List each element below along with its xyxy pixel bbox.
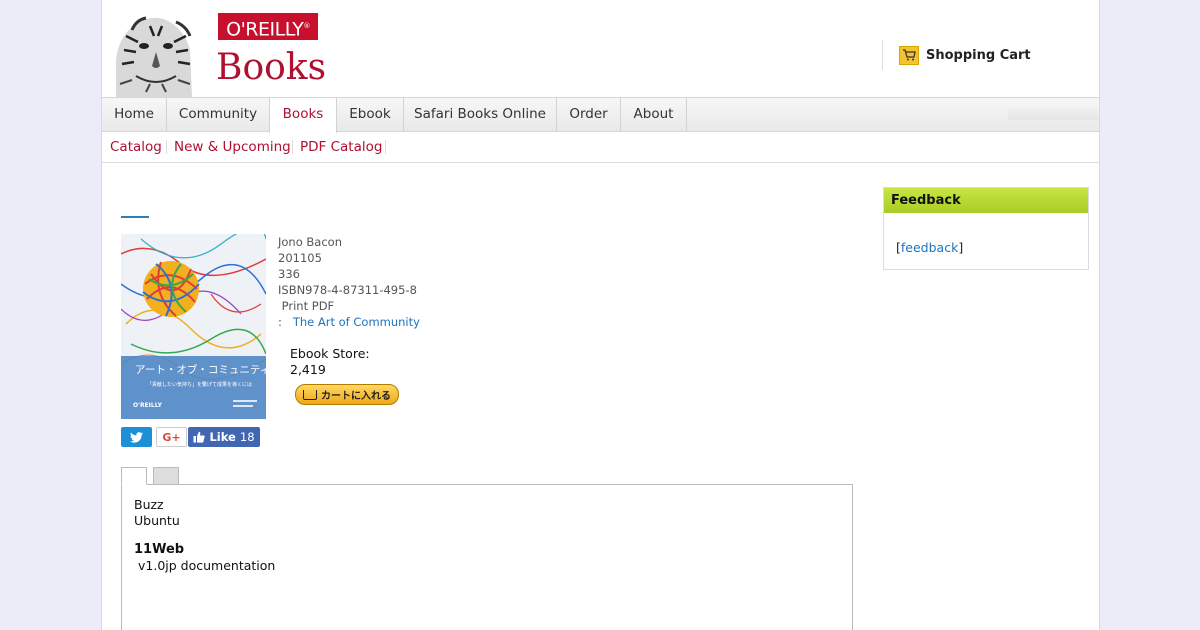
fb-like-count: 18 (239, 430, 255, 444)
tab-line-ubuntu: Ubuntu (134, 513, 180, 528)
subnav-pdf-catalog[interactable]: PDF Catalog (300, 139, 382, 155)
main-nav: Home Community Books Ebook Safari Books … (102, 97, 1099, 133)
nav-books[interactable]: Books (269, 98, 337, 133)
site-header: O'REILLY® Books Shopping Cart (102, 0, 1099, 97)
google-plus-icon: G+ (162, 430, 181, 444)
cart-icon (303, 389, 317, 400)
cover-title: アート・オブ・コミュニティ (135, 363, 266, 376)
nav-about[interactable]: About (621, 98, 687, 132)
twitter-icon (130, 431, 143, 443)
brand-reg: ® (303, 22, 310, 30)
cart-label: Shopping Cart (926, 47, 1031, 63)
cart-icon (899, 45, 919, 65)
ebook-price: 2,419 (290, 362, 326, 377)
feedback-body: [feedback] (884, 213, 1088, 255)
nav-community[interactable]: Community (167, 98, 270, 132)
nav-safari-books-online[interactable]: Safari Books Online (404, 98, 557, 132)
facebook-like-button[interactable]: Like 18 (188, 427, 260, 447)
feedback-link[interactable]: feedback (901, 240, 958, 255)
book-formats: Print PDF (278, 299, 335, 313)
add-to-cart-button[interactable]: カートに入れる (295, 384, 399, 405)
google-plus-share-button[interactable]: G+ (156, 427, 187, 447)
subnav-divider (292, 140, 293, 154)
book-isbn: ISBN978-4-87311-495-8 (278, 283, 417, 297)
thumbs-up-icon (193, 431, 206, 443)
oreilly-logo[interactable]: O'REILLY® (218, 13, 318, 40)
fb-like-label: Like (209, 430, 236, 444)
tab-panel: Buzz Ubuntu 11Web v1.0jp documentation (121, 484, 853, 630)
shopping-cart-link[interactable]: Shopping Cart (899, 45, 1031, 65)
book-cover[interactable]: アート・オブ・コミュニティ 「貢献したい気持ち」を繋げて成果を導くには O'RE… (121, 234, 266, 419)
tiger-logo (106, 6, 204, 97)
page: O'REILLY® Books Shopping Cart Home Commu… (101, 0, 1100, 630)
subnav-divider (385, 140, 386, 154)
nav-home[interactable]: Home (102, 98, 167, 132)
subnav-new-upcoming[interactable]: New & Upcoming (174, 139, 291, 155)
nav-search-box[interactable] (1008, 108, 1098, 120)
sub-nav: Catalog New & Upcoming PDF Catalog (102, 132, 1099, 163)
twitter-share-button[interactable] (121, 427, 152, 447)
book-date: 201105 (278, 251, 322, 265)
tab-heading: 11Web (134, 542, 185, 557)
tab-line-buzz: Buzz (134, 497, 164, 512)
title-underline (121, 216, 149, 218)
brand-text: O'REILLY (226, 18, 304, 41)
feedback-title: Feedback (884, 188, 1088, 213)
feedback-box: Feedback [feedback] (883, 187, 1089, 270)
documentation-link[interactable]: v1.0jp documentation (138, 558, 275, 574)
tab-second[interactable] (153, 467, 179, 485)
book-original-row: : The Art of Community (278, 314, 420, 330)
subnav-divider (166, 140, 167, 154)
cover-publisher: O'REILLY (133, 402, 163, 409)
bracket-close: ] (958, 240, 964, 255)
subnav-catalog[interactable]: Catalog (110, 139, 162, 155)
original-prefix: : (278, 315, 282, 329)
ebook-store: Ebook Store: 2,419 (290, 346, 370, 378)
original-title-link[interactable]: The Art of Community (293, 315, 420, 329)
book-author: Jono Bacon (278, 235, 342, 249)
book-pages: 336 (278, 267, 300, 281)
tab-first[interactable] (121, 467, 147, 485)
cart-divider (882, 40, 883, 70)
cover-subtitle: 「貢献したい気持ち」を繋げて成果を導くには (147, 381, 252, 388)
ebook-store-label: Ebook Store: (290, 346, 370, 361)
nav-order[interactable]: Order (557, 98, 621, 132)
book-info: Jono Bacon 201105 336 ISBN978-4-87311-49… (278, 234, 420, 330)
add-to-cart-label: カートに入れる (321, 391, 391, 402)
nav-ebook[interactable]: Ebook (337, 98, 404, 132)
section-title: Books (216, 47, 327, 88)
